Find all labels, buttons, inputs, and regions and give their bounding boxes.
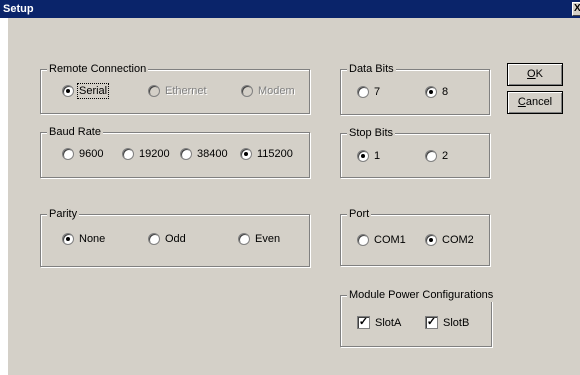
radio-data-bits-7[interactable]: 7: [357, 86, 380, 98]
title-bar: Setup X: [0, 0, 580, 18]
radio-modem-label: Modem: [258, 85, 295, 97]
cancel-button-accel: C: [517, 96, 526, 108]
radio-indicator: [357, 150, 369, 162]
stop-bits-group: Stop Bits 1 2: [340, 126, 490, 178]
checkbox-slot-b[interactable]: ✓ SlotB: [425, 316, 469, 329]
ok-button-accel: O: [527, 68, 536, 80]
parity-group: Parity None Odd Even: [40, 207, 310, 267]
radio-indicator: [148, 85, 160, 97]
dialog-body: Remote Connection Serial Ethernet Modem …: [8, 18, 572, 375]
radio-baud-38400[interactable]: 38400: [180, 148, 228, 160]
close-button[interactable]: X: [572, 2, 580, 16]
radio-parity-none[interactable]: None: [62, 233, 105, 245]
radio-baud-115200-label: 115200: [257, 148, 293, 160]
radio-baud-19200[interactable]: 19200: [122, 148, 170, 160]
stop-bits-label: Stop Bits: [347, 126, 396, 140]
radio-indicator: [357, 86, 369, 98]
window-edge: [0, 18, 8, 375]
checkbox-slot-b-label: SlotB: [443, 316, 470, 329]
module-power-label: Module Power Configurations: [347, 288, 496, 302]
radio-indicator: [240, 148, 252, 160]
radio-serial-label: Serial: [76, 83, 110, 99]
setup-dialog: Setup X Remote Connection Serial Etherne…: [0, 0, 580, 375]
baud-rate-group: Baud Rate 9600 19200 38400 115200: [40, 125, 310, 178]
radio-baud-9600-label: 9600: [79, 148, 104, 160]
checkbox-slot-a[interactable]: ✓ SlotA: [357, 316, 401, 329]
cancel-button-label: ancel: [525, 96, 553, 108]
radio-port-com2-label: COM2: [442, 234, 474, 246]
radio-indicator: [238, 233, 250, 245]
radio-baud-9600[interactable]: 9600: [62, 148, 103, 160]
radio-port-com2[interactable]: COM2: [425, 234, 474, 246]
radio-baud-19200-label: 19200: [139, 148, 170, 160]
cancel-button[interactable]: Cancel: [507, 91, 563, 114]
radio-ethernet[interactable]: Ethernet: [148, 85, 207, 97]
radio-indicator: [122, 148, 134, 160]
radio-indicator: [357, 234, 369, 246]
radio-parity-none-label: None: [79, 233, 106, 245]
radio-data-bits-8-label: 8: [442, 86, 449, 98]
radio-data-bits-7-label: 7: [374, 86, 381, 98]
radio-port-com1[interactable]: COM1: [357, 234, 406, 246]
baud-rate-label: Baud Rate: [47, 125, 103, 139]
ok-button[interactable]: OK: [507, 63, 563, 86]
data-bits-group: Data Bits 7 8: [340, 62, 490, 115]
radio-port-com1-label: COM1: [374, 234, 406, 246]
radio-indicator: [62, 85, 74, 97]
module-power-group: Module Power Configurations ✓ SlotA ✓ Sl…: [340, 288, 496, 347]
radio-stop-bits-2-label: 2: [442, 150, 449, 162]
parity-label: Parity: [47, 207, 80, 221]
checkmark-icon: ✓: [425, 316, 438, 329]
ok-button-label: K: [535, 68, 543, 80]
close-icon: X: [574, 3, 580, 14]
radio-indicator: [241, 85, 253, 97]
port-label: Port: [347, 207, 372, 221]
radio-serial[interactable]: Serial: [62, 83, 110, 99]
radio-indicator: [425, 86, 437, 98]
port-group: Port COM1 COM2: [340, 207, 490, 266]
radio-parity-odd-label: Odd: [165, 233, 186, 245]
data-bits-label: Data Bits: [347, 62, 396, 76]
radio-baud-38400-label: 38400: [197, 148, 228, 160]
window-title: Setup: [3, 3, 34, 15]
radio-stop-bits-2[interactable]: 2: [425, 150, 448, 162]
remote-connection-group: Remote Connection Serial Ethernet Modem: [40, 62, 310, 114]
radio-stop-bits-1[interactable]: 1: [357, 150, 380, 162]
radio-parity-even[interactable]: Even: [238, 233, 280, 245]
radio-indicator: [148, 233, 160, 245]
radio-modem[interactable]: Modem: [241, 85, 295, 97]
radio-indicator: [62, 233, 74, 245]
radio-stop-bits-1-label: 1: [374, 150, 381, 162]
radio-parity-odd[interactable]: Odd: [148, 233, 186, 245]
radio-indicator: [180, 148, 192, 160]
radio-parity-even-label: Even: [255, 233, 281, 245]
radio-indicator: [425, 150, 437, 162]
checkmark-icon: ✓: [357, 316, 370, 329]
radio-indicator: [62, 148, 74, 160]
checkbox-slot-a-label: SlotA: [375, 316, 402, 329]
remote-connection-label: Remote Connection: [47, 62, 149, 76]
radio-indicator: [425, 234, 437, 246]
radio-ethernet-label: Ethernet: [165, 85, 207, 97]
radio-baud-115200[interactable]: 115200: [240, 148, 293, 160]
radio-data-bits-8[interactable]: 8: [425, 86, 448, 98]
